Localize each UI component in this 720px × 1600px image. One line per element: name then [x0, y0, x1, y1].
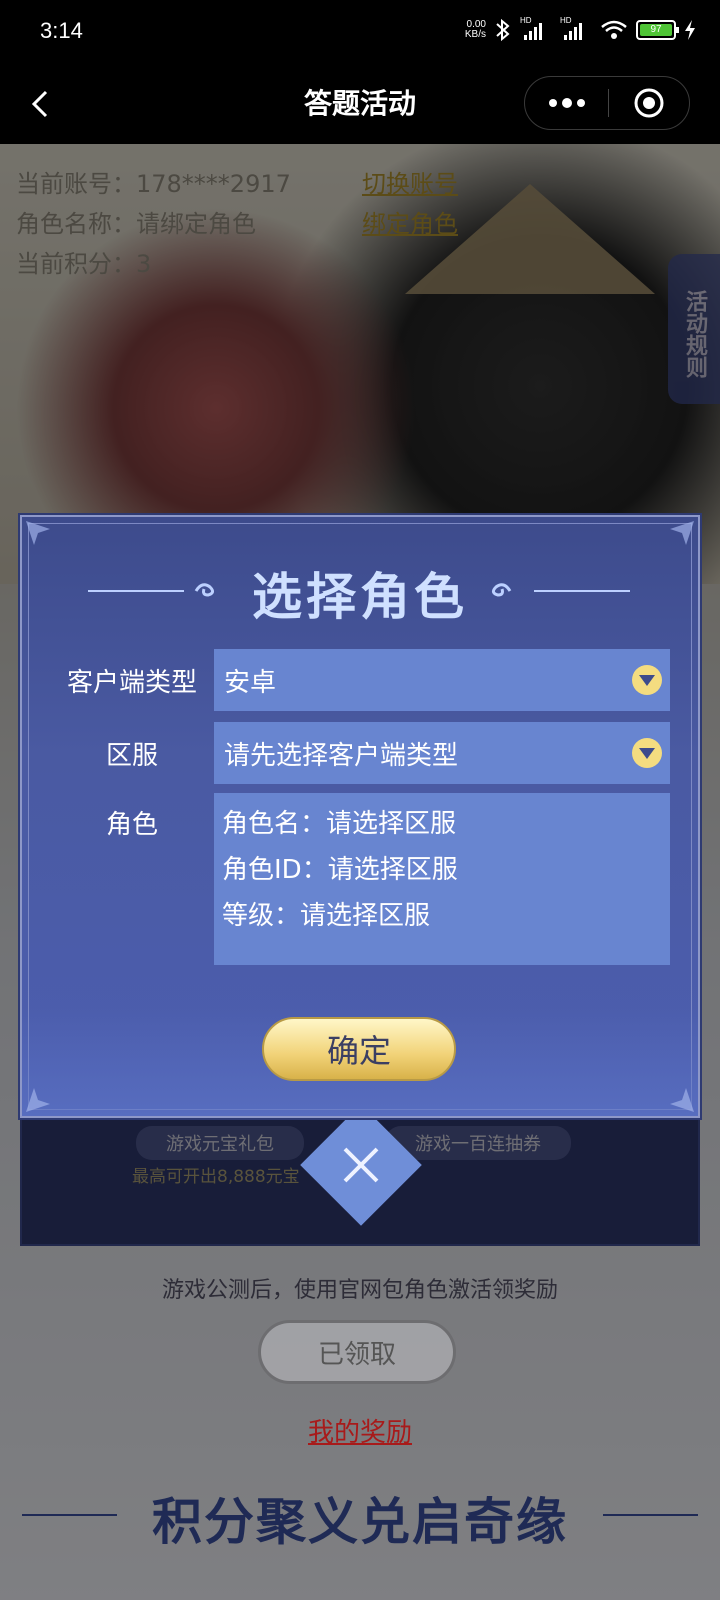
dropdown-arrow-icon: [632, 738, 662, 768]
signal-icon: HD: [520, 16, 552, 42]
status-time: 3:14: [40, 18, 83, 43]
section-title: 积分聚义兑启奇缘: [0, 1482, 720, 1554]
corner-ornament-icon: [26, 1088, 50, 1112]
select-role-modal: 选择角色 客户端类型 安卓 区服 请先选择客户端类型 角色 角色名：请选择区服 …: [20, 515, 700, 1118]
role-info-box: 角色名：请选择区服 角色ID：请选择区服 等级：请选择区服: [214, 793, 670, 965]
status-bar: 3:14 0.00 KB/s HD HD 97: [0, 0, 720, 64]
charging-icon: [685, 20, 695, 40]
status-icons: 0.00 KB/s HD HD 97: [465, 16, 696, 42]
server-label: 区服: [105, 741, 158, 771]
corner-ornament-icon: [670, 1088, 694, 1112]
miniprogram-capsule: [524, 76, 690, 130]
role-label: 角色: [105, 810, 158, 840]
app-header: 答题活动: [0, 64, 720, 144]
net-speed: 0.00 KB/s: [465, 20, 486, 40]
battery-level: 97: [640, 24, 672, 36]
client-type-label: 客户端类型: [66, 668, 197, 698]
server-select[interactable]: 请先选择客户端类型: [214, 722, 670, 784]
cloud-swirl-icon: [491, 583, 512, 597]
title-line-right: [534, 590, 630, 592]
role-level-line: 等级：请选择区服: [222, 901, 431, 931]
role-name-line: 角色名：请选择区服: [222, 809, 457, 839]
more-dots-icon: [548, 98, 585, 108]
target-circle-icon: [634, 88, 664, 118]
confirm-button[interactable]: 确定: [262, 1017, 456, 1081]
modal-title: 选择角色: [252, 568, 468, 626]
battery-icon: 97: [636, 20, 679, 40]
client-type-value: 安卓: [224, 667, 277, 698]
wifi-icon: [601, 20, 627, 39]
my-rewards-link[interactable]: 我的奖励: [0, 1412, 720, 1449]
more-button[interactable]: [525, 77, 608, 129]
corner-ornament-icon: [26, 521, 50, 545]
server-value: 请先选择客户端类型: [224, 740, 459, 771]
client-type-select[interactable]: 安卓: [214, 649, 670, 711]
corner-ornament-icon: [670, 521, 694, 545]
net-speed-unit: KB/s: [464, 29, 486, 40]
signal-icon: HD: [560, 16, 592, 42]
modal-close-button[interactable]: [300, 1104, 422, 1226]
close-miniprogram-button[interactable]: [609, 77, 689, 129]
role-id-line: 角色ID：请选择区服: [222, 855, 458, 885]
bluetooth-icon: [496, 18, 510, 42]
dropdown-arrow-icon: [632, 665, 662, 695]
activation-notice: 游戏公测后，使用官网包角色激活领奖励: [161, 1278, 558, 1303]
claimed-button[interactable]: 已领取: [258, 1320, 456, 1384]
close-icon: [343, 1147, 379, 1183]
